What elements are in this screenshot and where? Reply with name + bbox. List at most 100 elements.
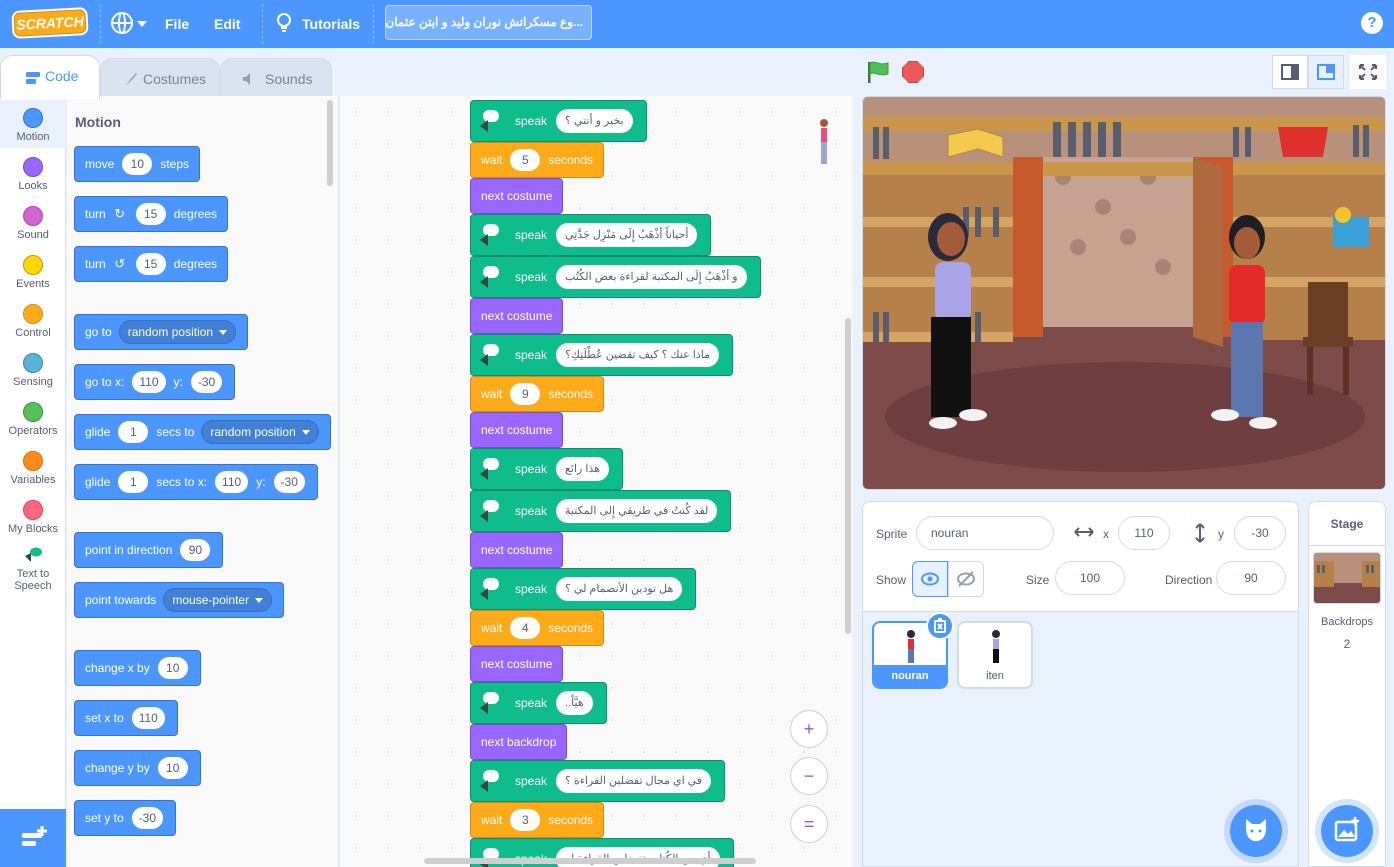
script-area[interactable]: speak بخير و أنتي ؟ wait 5 seconds next costu… [340,96,852,867]
speak-block[interactable]: speak هذا رائع [470,448,624,490]
zoom-in-button[interactable]: + [790,710,828,748]
add-backdrop-button[interactable] [1321,805,1373,857]
speak-block[interactable]: speak هيَّاً.. [470,682,607,724]
number-input[interactable]: -30 [131,807,164,829]
speech-text-input[interactable]: ماذا عنك ؟ كيف تقضين عُطْلَتِكِ؟ [556,343,719,367]
speech-text-input[interactable]: أحياناً أذْهَبُ إِلَى مَنْزِل جَدَّتِي [556,223,698,247]
backdrop-block[interactable]: next backdrop [470,724,568,760]
number-input[interactable]: 1 [118,421,149,443]
category-text-to-speech[interactable]: Text to Speech [0,541,66,592]
add-extension-button[interactable] [0,809,66,867]
costume-block[interactable]: next costume [470,178,564,214]
go-to-xy-block[interactable]: go to x: 110 y: -30 [74,364,236,400]
set-y-block[interactable]: set y to -30 [74,800,177,836]
point-towards-block[interactable]: point towards mouse-pointer [74,582,285,618]
number-input[interactable]: 10 [157,757,188,779]
project-title-input[interactable]: ...وع مسكراتش نوران وليد و ايتن عثمان [385,5,592,40]
normal-stage-button[interactable] [1308,55,1344,89]
category-sensing[interactable]: Sensing [0,345,66,393]
number-input[interactable]: 5 [510,149,541,171]
file-menu[interactable]: File [165,0,189,48]
scratch-logo[interactable]: SCRATCH [11,7,89,39]
turn-right-block[interactable]: turn ↻ 15 degrees [74,196,229,232]
number-input[interactable]: 1 [118,471,149,493]
number-input[interactable]: 9 [510,383,541,405]
number-input[interactable]: -30 [273,471,305,493]
costume-block[interactable]: next costume [470,412,564,448]
direction-input[interactable]: 90 [1216,561,1286,595]
sprite-name-input[interactable]: nouran [916,516,1054,550]
speak-block[interactable]: speak و أذْهَبُ إِلَى المكتبة لقراءة بعض … [470,256,761,298]
lightbulb-icon[interactable] [276,12,292,34]
category-variables[interactable]: Variables [0,443,66,491]
set-x-block[interactable]: set x to 110 [74,700,178,736]
wait-block[interactable]: wait 9 seconds [470,376,605,412]
green-flag-icon[interactable] [866,60,890,84]
hide-sprite-button[interactable] [948,561,984,597]
glide-to-xy-block[interactable]: glide 1 secs to x: 110 y: -30 [74,464,318,500]
number-input[interactable]: 110 [215,471,249,493]
turn-left-block[interactable]: turn ↺ 15 degrees [74,246,229,282]
target-dropdown[interactable]: random position [201,420,319,444]
add-sprite-button[interactable] [1230,805,1282,857]
category-operators[interactable]: Operators [0,394,66,442]
wait-block[interactable]: wait 4 seconds [470,610,605,646]
language-globe-icon[interactable] [111,12,133,34]
category-sound[interactable]: Sound [0,198,66,246]
small-stage-button[interactable] [1272,55,1308,89]
speak-block[interactable]: speak لقد كُنتُ في طريقي إِلى المكتبة [470,490,732,532]
number-input[interactable]: 90 [180,539,211,561]
target-dropdown[interactable]: mouse-pointer [163,588,273,612]
speech-text-input[interactable]: في اي مجال تفضلين القراءة ؟ [556,769,712,793]
edit-menu[interactable]: Edit [214,0,240,48]
delete-sprite-button[interactable] [926,612,954,640]
wait-block[interactable]: wait 5 seconds [470,142,605,178]
zoom-out-button[interactable]: − [790,757,828,795]
costume-block[interactable]: next costume [470,532,564,568]
speech-text-input[interactable]: لقد كُنتُ في طريقي إِلى المكتبة [556,499,718,523]
category-motion[interactable]: Motion [0,100,66,148]
costume-block[interactable]: next costume [470,298,564,334]
stop-icon[interactable] [902,61,924,83]
sprite-thumbnail-iten[interactable]: iten [957,621,1033,689]
number-input[interactable]: 110 [132,371,166,393]
fullscreen-button[interactable] [1350,55,1386,89]
tutorials-menu[interactable]: Tutorials [302,0,360,48]
script-vertical-scrollbar[interactable] [845,318,851,634]
number-input[interactable]: 110 [131,707,165,729]
change-x-block[interactable]: change x by 10 [74,650,201,686]
move-steps-block[interactable]: move 10 steps [74,146,201,182]
category-control[interactable]: Control [0,296,66,344]
palette-scrollbar[interactable] [327,100,333,186]
glide-to-block[interactable]: glide 1 secs to random position [74,414,331,450]
speech-text-input[interactable]: و أذْهَبُ إِلَى المكتبة لقراءة بعض الكُت… [556,265,747,289]
speech-text-input[interactable]: هل تودين الأنضمام لي ؟ [556,577,683,601]
show-sprite-button[interactable] [912,561,948,597]
speech-text-input[interactable]: هيَّاً.. [556,691,593,715]
number-input[interactable]: 10 [157,657,188,679]
change-y-block[interactable]: change y by 10 [74,750,201,786]
speak-block[interactable]: speak هل تودين الأنضمام لي ؟ [470,568,697,610]
stage-canvas[interactable] [862,96,1386,490]
number-input[interactable]: -30 [190,371,223,393]
size-input[interactable]: 100 [1055,561,1125,595]
x-coordinate-input[interactable]: 110 [1118,516,1170,550]
category-my-blocks[interactable]: My Blocks [0,492,66,540]
number-input[interactable]: 10 [122,153,153,175]
script-horizontal-scrollbar[interactable] [424,858,756,864]
number-input[interactable]: 15 [135,253,166,275]
speak-block[interactable]: speak أحياناً أذْهَبُ إِلَى مَنْزِل جَدَّ… [470,214,712,256]
tab-sounds[interactable]: Sounds [220,58,332,98]
number-input[interactable]: 4 [510,617,541,639]
point-in-direction-block[interactable]: point in direction 90 [74,532,224,568]
chevron-down-icon[interactable] [137,21,147,27]
category-looks[interactable]: Looks [0,149,66,197]
tab-costumes[interactable]: Costumes [100,58,220,98]
target-dropdown[interactable]: random position [118,320,237,344]
wait-block[interactable]: wait 3 seconds [470,802,605,838]
number-input[interactable]: 3 [510,809,541,831]
speech-text-input[interactable]: أي من الكُتاب تفضلين القراءة له [556,847,720,867]
backdrop-thumbnail[interactable] [1313,552,1381,604]
speak-block[interactable]: speak في اي مجال تفضلين القراءة ؟ [470,760,726,802]
tab-code[interactable]: Code [0,55,100,99]
